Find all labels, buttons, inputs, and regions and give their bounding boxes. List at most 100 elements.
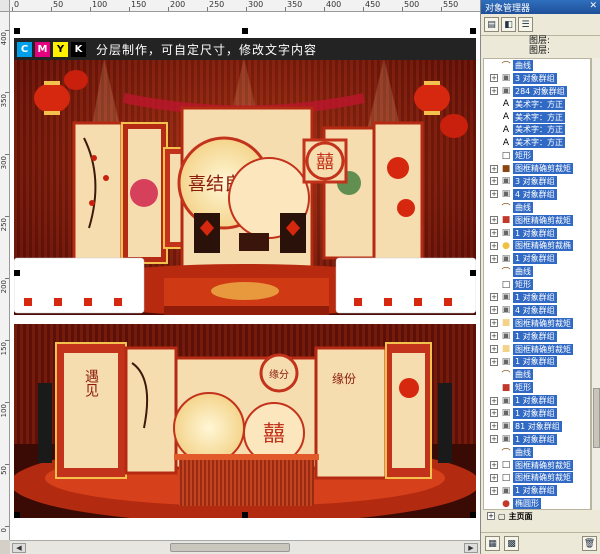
horizontal-ruler[interactable]: 050100150200250300350400450500550600 (10, 0, 480, 12)
object-tree-row[interactable]: + ▣ 1 对象群组 (484, 394, 590, 407)
selection-handle[interactable] (470, 270, 476, 276)
drawing-canvas[interactable]: 喜结良缘 囍 遇见 缘分 囍 缘份 C M Y K 分层制作，可自定尺寸，修改文… (10, 12, 480, 540)
bottom-right-calligraphy: 缘份 (332, 372, 356, 386)
vertical-scrollbar[interactable] (591, 58, 600, 510)
selection-handle[interactable] (14, 512, 20, 518)
new-layer-icon[interactable]: ▦ (485, 536, 500, 551)
object-tree-row[interactable]: + ▣ 1 对象群组 (484, 291, 590, 304)
expand-icon[interactable]: + (490, 190, 498, 199)
selection-handle[interactable] (470, 512, 476, 518)
object-tree-row[interactable]: ⌒ 曲线 (484, 368, 590, 381)
expand-icon[interactable]: + (490, 177, 498, 186)
expand-icon[interactable]: + (490, 164, 498, 173)
ruler-corner[interactable] (0, 0, 10, 12)
object-tree-row[interactable]: + ▣ 1 对象群组 (484, 330, 590, 343)
object-tree-row[interactable]: + □ 图框精确剪裁矩 (484, 472, 590, 485)
object-tree-row[interactable]: □ 矩形 (484, 149, 590, 162)
page-node[interactable]: + ▢ 主页面 (483, 510, 599, 522)
object-tree-row[interactable]: + ■ 图框精确剪裁矩 (484, 317, 590, 330)
object-tree-label: 1 对象群组 (513, 227, 557, 239)
expand-icon[interactable]: + (490, 486, 498, 495)
ruler-tick (5, 402, 9, 403)
object-tree-row[interactable]: + ▣ 1 对象群组 (484, 355, 590, 368)
group-icon: ▣ (501, 395, 511, 406)
vertical-ruler[interactable]: 400 350 300 250 200 150 100 50 0 (0, 12, 10, 540)
object-tree-row[interactable]: + ■ 图框精确剪裁矩 (484, 214, 590, 227)
scroll-left-button[interactable]: ◀ (12, 543, 26, 553)
close-icon[interactable]: ✕ (589, 1, 597, 11)
expand-icon[interactable]: + (490, 87, 498, 96)
selection-handle[interactable] (14, 28, 20, 34)
expand-icon[interactable]: + (490, 473, 498, 482)
wedding-stage-artwork[interactable]: 喜结良缘 囍 遇见 缘分 囍 缘份 C M Y K 分层制作，可自定尺寸，修改文… (10, 28, 480, 523)
selection-handle[interactable] (470, 28, 476, 34)
expand-icon[interactable]: + (490, 396, 498, 405)
expand-icon[interactable]: + (490, 254, 498, 263)
scroll-thumb[interactable] (593, 388, 600, 448)
scroll-right-button[interactable]: ▶ (464, 543, 478, 553)
object-tree-row[interactable]: + ■ 图框精确剪裁矩 (484, 162, 590, 175)
object-tree-row[interactable]: + ▣ 3 对象群组 (484, 72, 590, 85)
object-tree[interactable]: ⌒ 曲线 + ▣ 3 对象群组 + ▣ 284 对象群组 A 美术字：方正 A 美术字：方正 A 美术字：… (483, 58, 591, 510)
object-tree-row[interactable]: + ▣ 1 对象群组 (484, 433, 590, 446)
expand-icon[interactable]: + (490, 241, 498, 250)
horizontal-scrollbar[interactable]: ◀ ▶ (10, 540, 480, 554)
object-tree-row[interactable]: ⌒ 曲线 (484, 446, 590, 459)
object-tree-row[interactable]: + ▣ 4 对象群组 (484, 188, 590, 201)
expand-icon[interactable]: + (490, 345, 498, 354)
show-properties-icon[interactable]: ▤ (484, 17, 499, 32)
object-tree-row[interactable]: + ▣ 284 对象群组 (484, 85, 590, 98)
object-tree-label: 1 对象群组 (513, 395, 557, 407)
object-tree-row[interactable]: + ● 图框精确剪裁椭 (484, 239, 590, 252)
expand-icon[interactable]: + (490, 306, 498, 315)
ruler-tick (324, 7, 325, 11)
expand-icon[interactable]: + (490, 74, 498, 83)
object-tree-row[interactable]: + ▣ 81 对象群组 (484, 420, 590, 433)
object-tree-row[interactable]: + ▣ 1 对象群组 (484, 252, 590, 265)
ruler-tick (402, 7, 403, 11)
object-tree-row[interactable]: A 美术字：方正 (484, 111, 590, 124)
object-tree-label: 284 对象群组 (513, 85, 567, 97)
ruler-tick-label: 300 (0, 156, 8, 170)
object-tree-row[interactable]: A 美术字：方正 (484, 136, 590, 149)
object-tree-row[interactable]: □ 矩形 (484, 278, 590, 291)
object-tree-label: 图框精确剪裁矩 (513, 459, 573, 471)
delete-icon[interactable]: 🗑 (582, 536, 597, 551)
expand-icon[interactable]: + (490, 293, 498, 302)
object-tree-row[interactable]: + □ 图框精确剪裁矩 (484, 459, 590, 472)
object-tree-row[interactable]: ⌒ 曲线 (484, 59, 590, 72)
edit-across-layers-icon[interactable]: ◧ (501, 17, 516, 32)
expand-icon[interactable]: + (490, 409, 498, 418)
object-tree-row[interactable]: A 美术字：方正 (484, 123, 590, 136)
expand-icon[interactable]: + (490, 319, 498, 328)
object-tree-row[interactable]: + ▣ 4 对象群组 (484, 304, 590, 317)
expand-icon[interactable]: + (487, 512, 495, 520)
scroll-thumb[interactable] (170, 543, 290, 552)
text-icon: A (502, 112, 510, 122)
expand-icon[interactable]: + (490, 357, 498, 366)
object-tree-row[interactable]: ■ 矩形 (484, 381, 590, 394)
object-tree-row[interactable]: ● 椭圆形 (484, 497, 590, 509)
object-tree-row[interactable]: A 美术字：方正 (484, 98, 590, 111)
new-master-layer-icon[interactable]: ▩ (504, 536, 519, 551)
expand-icon[interactable]: + (490, 216, 498, 225)
selection-handle[interactable] (242, 512, 248, 518)
selection-handle[interactable] (242, 28, 248, 34)
layer-manager-icon[interactable]: ☰ (518, 17, 533, 32)
panel-toolbar: ▤ ◧ ☰ (481, 14, 600, 36)
object-tree-row[interactable]: + ▣ 3 对象群组 (484, 175, 590, 188)
object-tree-row[interactable]: + ■ 图框精确剪裁矩 (484, 343, 590, 356)
object-tree-row[interactable]: + ▣ 1 对象群组 (484, 227, 590, 240)
selection-handle[interactable] (14, 270, 20, 276)
expand-icon[interactable]: + (490, 435, 498, 444)
expand-icon[interactable]: + (490, 461, 498, 470)
object-tree-row[interactable]: + ▣ 1 对象群组 (484, 484, 590, 497)
object-tree-row[interactable]: + ▣ 1 对象群组 (484, 407, 590, 420)
expand-icon[interactable]: + (490, 332, 498, 341)
expand-icon[interactable]: + (490, 229, 498, 238)
group-icon: ▣ (501, 189, 511, 200)
object-tree-row[interactable]: ⌒ 曲线 (484, 201, 590, 214)
expand-icon[interactable]: + (490, 422, 498, 431)
object-tree-row[interactable]: ⌒ 曲线 (484, 265, 590, 278)
layer-header: 图层: 图层: (491, 36, 591, 58)
